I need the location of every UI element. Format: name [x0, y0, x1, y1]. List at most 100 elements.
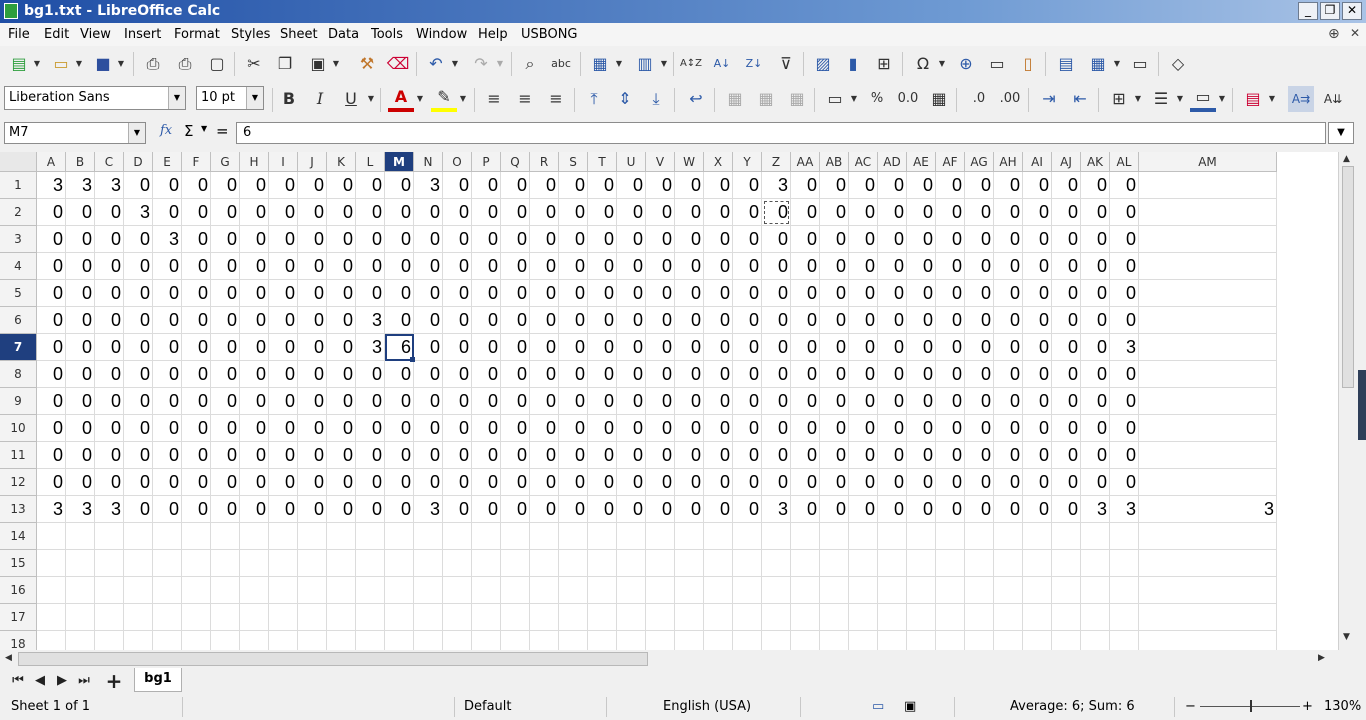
cell-r8[interactable]: 0 — [530, 361, 559, 388]
cell-w8[interactable]: 0 — [675, 361, 704, 388]
cell-k14[interactable] — [327, 523, 356, 550]
italic-button[interactable]: I — [307, 86, 333, 112]
cell-ab17[interactable] — [820, 604, 849, 631]
cell-aj1[interactable]: 0 — [1052, 172, 1081, 199]
unmerge-cells-icon[interactable]: ▦ — [784, 86, 810, 112]
cell-e16[interactable] — [153, 577, 182, 604]
cell-h6[interactable]: 0 — [240, 307, 269, 334]
cell-i1[interactable]: 0 — [269, 172, 298, 199]
cell-l6[interactable]: 3 — [356, 307, 385, 334]
align-right-icon[interactable]: ≡ — [543, 86, 569, 112]
cell-j14[interactable] — [298, 523, 327, 550]
cell-o16[interactable] — [443, 577, 472, 604]
cell-e11[interactable]: 0 — [153, 442, 182, 469]
cell-w3[interactable]: 0 — [675, 226, 704, 253]
row-header-8[interactable]: 8 — [0, 361, 37, 388]
cell-i18[interactable] — [269, 631, 298, 650]
cell-b10[interactable]: 0 — [66, 415, 95, 442]
cell-al14[interactable] — [1110, 523, 1139, 550]
row-header-16[interactable]: 16 — [0, 577, 37, 604]
cell-ab14[interactable] — [820, 523, 849, 550]
cell-q15[interactable] — [501, 550, 530, 577]
cell-ak16[interactable] — [1081, 577, 1110, 604]
cell-ab13[interactable]: 0 — [820, 496, 849, 523]
cell-aa5[interactable]: 0 — [791, 280, 820, 307]
cell-m18[interactable] — [385, 631, 414, 650]
cell-s4[interactable]: 0 — [559, 253, 588, 280]
cell-a4[interactable]: 0 — [37, 253, 66, 280]
cell-aa10[interactable]: 0 — [791, 415, 820, 442]
row-header-15[interactable]: 15 — [0, 550, 37, 577]
cell-f13[interactable]: 0 — [182, 496, 211, 523]
cell-ah16[interactable] — [994, 577, 1023, 604]
zoom-level-status[interactable]: 130% — [1324, 699, 1361, 714]
column-header-af[interactable]: AF — [936, 152, 965, 172]
cell-ak4[interactable]: 0 — [1081, 253, 1110, 280]
cell-u17[interactable] — [617, 604, 646, 631]
cell-q5[interactable]: 0 — [501, 280, 530, 307]
cell-l11[interactable]: 0 — [356, 442, 385, 469]
cell-d8[interactable]: 0 — [124, 361, 153, 388]
row-header-18[interactable]: 18 — [0, 631, 37, 650]
cell-ae5[interactable]: 0 — [907, 280, 936, 307]
cell-w9[interactable]: 0 — [675, 388, 704, 415]
cell-d7[interactable]: 0 — [124, 334, 153, 361]
cell-a11[interactable]: 0 — [37, 442, 66, 469]
cell-i3[interactable]: 0 — [269, 226, 298, 253]
cell-ah4[interactable]: 0 — [994, 253, 1023, 280]
cell-f17[interactable] — [182, 604, 211, 631]
row-header-6[interactable]: 6 — [0, 307, 37, 334]
cell-d14[interactable] — [124, 523, 153, 550]
cell-v7[interactable]: 0 — [646, 334, 675, 361]
cell-aj9[interactable]: 0 — [1052, 388, 1081, 415]
cell-g8[interactable]: 0 — [211, 361, 240, 388]
cell-a9[interactable]: 0 — [37, 388, 66, 415]
cell-a16[interactable] — [37, 577, 66, 604]
cell-al2[interactable]: 0 — [1110, 199, 1139, 226]
cell-z10[interactable]: 0 — [762, 415, 791, 442]
cell-s5[interactable]: 0 — [559, 280, 588, 307]
cell-h3[interactable]: 0 — [240, 226, 269, 253]
comment-icon[interactable]: ▭ — [984, 51, 1010, 77]
cell-b11[interactable]: 0 — [66, 442, 95, 469]
cell-ak1[interactable]: 0 — [1081, 172, 1110, 199]
cell-ac18[interactable] — [849, 631, 878, 650]
row-dropdown-icon[interactable]: ▼ — [614, 51, 624, 77]
cell-n7[interactable]: 0 — [414, 334, 443, 361]
sort-ascending-icon[interactable]: A↓ — [709, 51, 735, 77]
column-header-r[interactable]: R — [530, 152, 559, 172]
sum-button[interactable]: Σ — [184, 122, 193, 140]
cell-ak3[interactable]: 0 — [1081, 226, 1110, 253]
cell-p7[interactable]: 0 — [472, 334, 501, 361]
cell-q18[interactable] — [501, 631, 530, 650]
cell-aj18[interactable] — [1052, 631, 1081, 650]
cell-ag3[interactable]: 0 — [965, 226, 994, 253]
cell-d2[interactable]: 3 — [124, 199, 153, 226]
cell-f3[interactable]: 0 — [182, 226, 211, 253]
cell-r6[interactable]: 0 — [530, 307, 559, 334]
cell-p5[interactable]: 0 — [472, 280, 501, 307]
last-sheet-icon[interactable]: ⏭ — [74, 671, 94, 691]
cell-ag2[interactable]: 0 — [965, 199, 994, 226]
cell-f16[interactable] — [182, 577, 211, 604]
row-header-1[interactable]: 1 — [0, 172, 37, 199]
cell-h9[interactable]: 0 — [240, 388, 269, 415]
cell-j10[interactable]: 0 — [298, 415, 327, 442]
cell-y16[interactable] — [733, 577, 762, 604]
cell-ad2[interactable]: 0 — [878, 199, 907, 226]
hyperlink-icon[interactable]: ⊕ — [953, 51, 979, 77]
cell-m10[interactable]: 0 — [385, 415, 414, 442]
cell-ab15[interactable] — [820, 550, 849, 577]
cell-u5[interactable]: 0 — [617, 280, 646, 307]
cell-ae4[interactable]: 0 — [907, 253, 936, 280]
autofilter-icon[interactable]: ⊽ — [773, 51, 799, 77]
cell-m2[interactable]: 0 — [385, 199, 414, 226]
column-header-d[interactable]: D — [124, 152, 153, 172]
cell-s13[interactable]: 0 — [559, 496, 588, 523]
cell-h14[interactable] — [240, 523, 269, 550]
cell-ae18[interactable] — [907, 631, 936, 650]
cell-aa13[interactable]: 0 — [791, 496, 820, 523]
cell-e2[interactable]: 0 — [153, 199, 182, 226]
cell-k5[interactable]: 0 — [327, 280, 356, 307]
cell-am11[interactable] — [1139, 442, 1277, 469]
